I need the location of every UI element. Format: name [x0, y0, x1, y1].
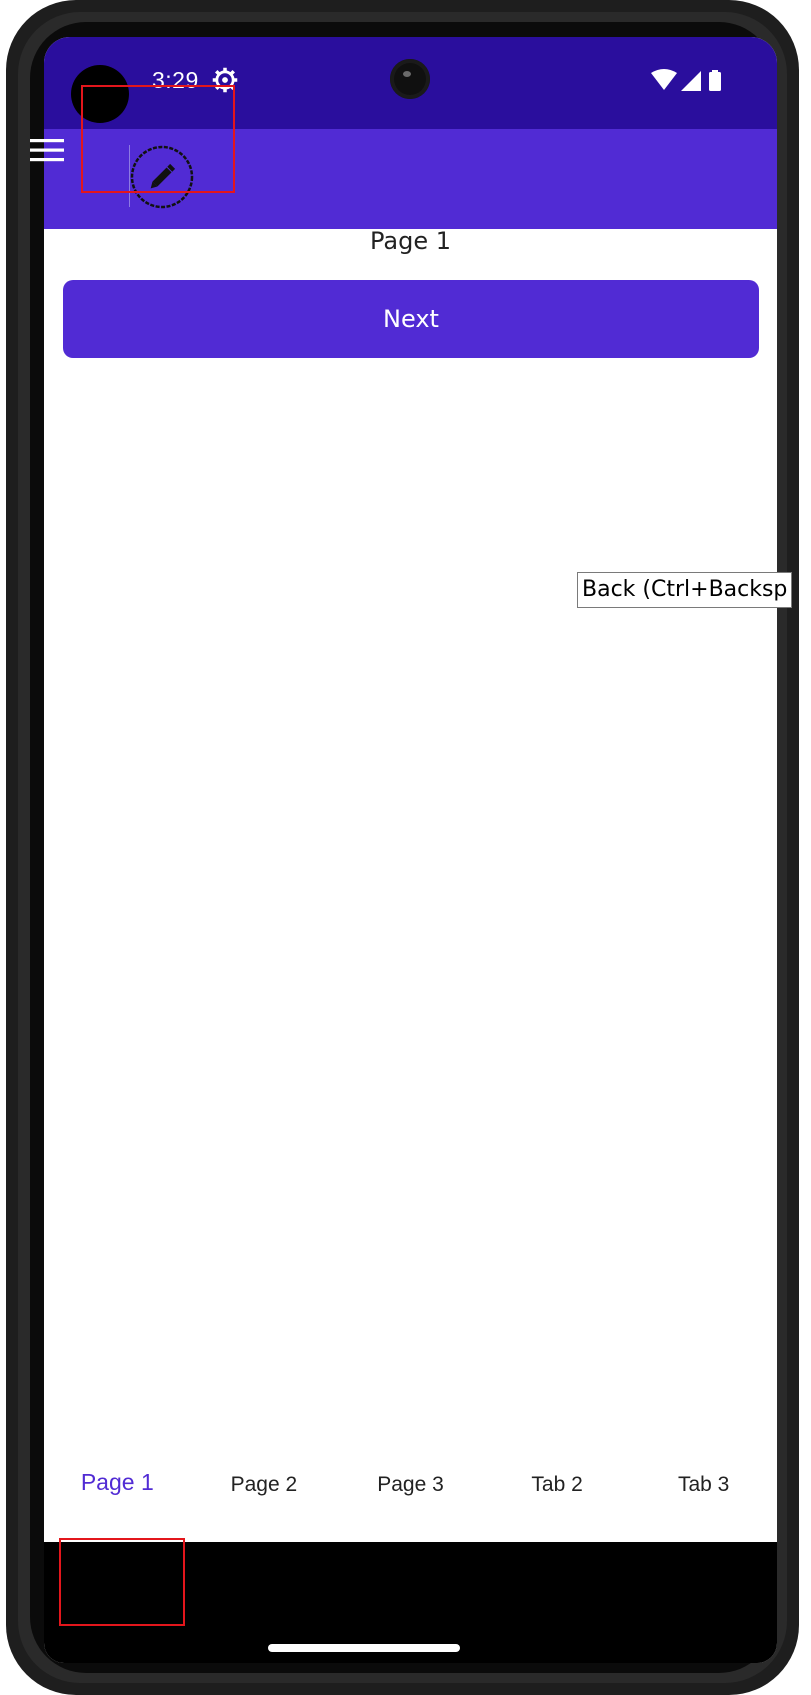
- page-title: Page 1: [370, 227, 451, 255]
- highlight-box-active-tab: [59, 1538, 185, 1626]
- hamburger-menu-icon[interactable]: [26, 130, 66, 170]
- cell-signal-icon: [681, 71, 701, 91]
- wifi-icon: [651, 69, 677, 90]
- tab-tab-3[interactable]: Tab 3: [630, 1423, 777, 1507]
- bottom-tab-bar: Page 1 Page 2 Page 3 Tab 2 Tab 3: [44, 1423, 777, 1507]
- home-gesture-pill[interactable]: [268, 1644, 460, 1652]
- next-button[interactable]: Next: [63, 280, 759, 358]
- highlight-box-edit-button: [81, 85, 235, 193]
- battery-icon: [709, 72, 721, 91]
- back-tooltip: Back (Ctrl+Backsp: [577, 572, 793, 608]
- tab-page-2[interactable]: Page 2: [191, 1423, 338, 1507]
- tab-tab-2[interactable]: Tab 2: [484, 1423, 631, 1507]
- status-icons: [651, 69, 721, 91]
- phone-screen: 3:29 Page 1 Next Page 1 Page 2 Page 3 Ta…: [44, 37, 777, 1663]
- camera-lens: [390, 59, 430, 99]
- tab-page-3[interactable]: Page 3: [337, 1423, 484, 1507]
- tab-page-1[interactable]: Page 1: [44, 1423, 191, 1507]
